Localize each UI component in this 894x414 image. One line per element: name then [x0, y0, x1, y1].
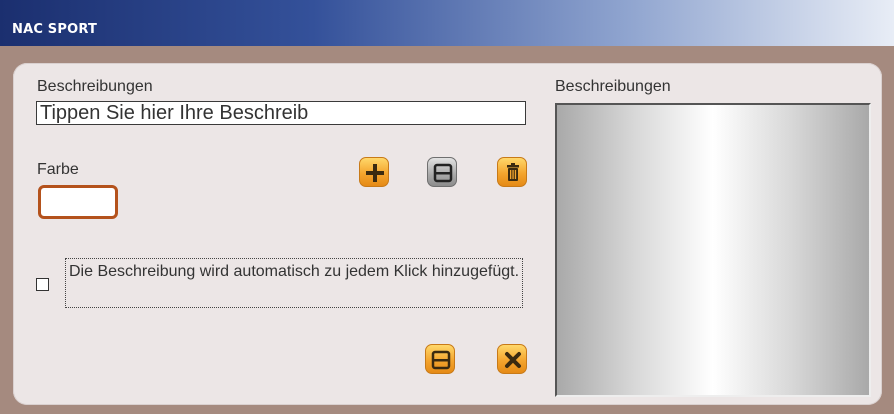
delete-button[interactable] [497, 157, 527, 187]
window-frame: Beschreibungen Farbe [0, 46, 894, 414]
main-panel: Beschreibungen Farbe [13, 63, 882, 405]
title-bar: NAC SPORT [0, 0, 894, 46]
auto-add-checkbox[interactable] [36, 278, 49, 291]
close-button[interactable] [497, 344, 527, 374]
save-icon [433, 163, 453, 183]
color-picker[interactable] [38, 185, 118, 219]
descriptions-list-label: Beschreibungen [555, 78, 671, 95]
descriptions-list[interactable] [555, 103, 871, 397]
color-label: Farbe [37, 161, 79, 178]
save-button[interactable] [425, 344, 455, 374]
plus-icon [366, 164, 384, 182]
auto-add-label[interactable]: Die Beschreibung wird automatisch zu jed… [65, 258, 523, 308]
add-button[interactable] [359, 157, 389, 187]
description-label: Beschreibungen [37, 78, 153, 95]
save-description-button[interactable] [427, 157, 457, 187]
window-title: NAC SPORT [12, 22, 98, 37]
description-input[interactable] [36, 101, 526, 125]
trash-icon [507, 163, 519, 181]
close-icon [505, 352, 521, 368]
save-icon [431, 350, 451, 370]
